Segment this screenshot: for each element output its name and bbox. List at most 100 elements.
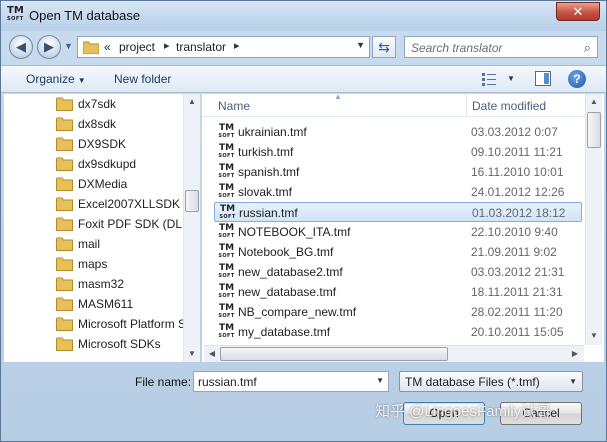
file-name: new_database2.tmf [238,265,343,279]
tm-file-icon: TM SOFT [218,243,235,259]
file-name: my_database.tmf [238,325,331,339]
tree-item-label: mail [78,237,101,251]
tree-item[interactable]: Microsoft SDKs [56,334,191,354]
file-row[interactable]: TM SOFT spanish.tmf 16.11.2010 10:01 [214,162,582,182]
file-row[interactable]: TM SOFT russian.tmf 01.03.2012 18:12 [214,202,582,222]
window-title: Open TM database [29,8,141,23]
address-bar[interactable]: « project ▸ translator ▸ ▼ [77,36,370,58]
scroll-down-icon[interactable]: ▼ [184,346,200,362]
file-row[interactable]: TM SOFT ukrainian.tmf 03.03.2012 0:07 [214,122,582,142]
breadcrumb-overflow[interactable]: « [104,40,111,54]
tree-item[interactable]: DXMedia [56,174,191,194]
file-row[interactable]: TM SOFT Notebook_BG.tmf 21.09.2011 9:02 [214,242,582,262]
chevron-down-icon[interactable]: ▼ [376,376,384,385]
column-divider[interactable] [466,94,467,117]
search-placeholder: Search translator [411,41,503,55]
new-folder-button[interactable]: New folder [114,72,171,86]
breadcrumb-translator[interactable]: translator [176,40,226,54]
close-button[interactable]: ✕ [556,2,600,21]
organize-button[interactable]: Organize ▼ [26,72,86,86]
scroll-up-icon[interactable]: ▲ [184,94,200,110]
back-button[interactable]: ◀ [9,35,33,59]
tm-file-icon: TM SOFT [218,283,235,299]
tree-item[interactable]: Foxit PDF SDK (DLL) 3 [56,214,191,234]
tree-item-label: dx9sdkupd [78,157,137,171]
horizontal-scrollbar[interactable]: ◀ ▶ [204,345,584,362]
address-dropdown-icon[interactable]: ▼ [356,40,365,50]
tree-item[interactable]: dx8sdk [56,114,191,134]
file-date: 03.03.2012 0:07 [471,125,558,139]
tree-item[interactable]: masm32 [56,274,191,294]
file-row[interactable]: TM SOFT NOTEBOOK_ITA.tmf 22.10.2010 9:40 [214,222,582,242]
file-row[interactable]: TM SOFT new_database.tmf 18.11.2011 21:31 [214,282,582,302]
tm-file-icon: TM SOFT [218,123,235,139]
back-arrow-icon: ◀ [16,39,26,54]
file-row[interactable]: TM SOFT new_database2.tmf 03.03.2012 21:31 [214,262,582,282]
open-button[interactable]: Open [403,402,485,425]
tree-item-label: masm32 [78,277,125,291]
tree-item[interactable]: mail [56,234,191,254]
preview-pane-icon[interactable] [535,71,551,86]
tree-item[interactable]: Microsoft Platform SDK [56,314,191,334]
sort-ascending-icon: ▲ [334,92,342,101]
tm-file-icon: TM SOFT [218,143,235,159]
navigation-pane[interactable]: dx7sdk dx8sdk DX9SDK dx9sdkupd DXMedia Excel2… [4,94,200,362]
folder-icon [56,277,73,291]
tm-file-icon: TM SOFT [218,223,235,239]
column-date-header[interactable]: Date modified [472,99,546,113]
file-name: new_database.tmf [238,285,337,299]
breadcrumb-chevron-icon[interactable]: ▸ [164,39,170,52]
scroll-down-icon[interactable]: ▼ [586,328,602,344]
history-dropdown-icon[interactable]: ▼ [64,41,73,51]
tree-item-label: Foxit PDF SDK (DLL) 3 [78,217,190,231]
refresh-button[interactable]: ⇆ [372,36,396,58]
forward-arrow-icon: ▶ [44,39,54,54]
search-input[interactable]: Search translator ⌕ [404,36,598,58]
tree-item[interactable]: dx9sdkupd [56,154,191,174]
navigation-scrollbar[interactable]: ▲ ▼ [183,94,200,362]
title-bar[interactable]: TM SOFT Open TM database ✕ [1,1,606,31]
chevron-down-icon: ▼ [569,377,577,386]
tm-file-icon: TM SOFT [219,204,236,220]
file-name: spanish.tmf [238,165,300,179]
file-name-field[interactable]: russian.tmf ▼ [193,371,389,392]
file-row[interactable]: TM SOFT turkish.tmf 09.10.2011 11:21 [214,142,582,162]
file-date: 18.11.2011 21:31 [471,285,563,299]
tree-item[interactable]: MASM611 [56,294,191,314]
file-row[interactable]: TM SOFT NB_compare_new.tmf 28.02.2011 11:20 [214,302,582,322]
tree-item[interactable]: maps [56,254,191,274]
file-date: 24.01.2012 12:26 [471,185,565,199]
views-icon[interactable] [481,71,497,87]
file-type-select[interactable]: TM database Files (*.tmf) ▼ [399,371,583,392]
folder-icon [56,137,73,151]
views-dropdown-icon[interactable]: ▼ [507,74,515,83]
file-name: NOTEBOOK_ITA.tmf [238,225,351,239]
file-row[interactable]: TM SOFT my_database.tmf 20.10.2011 15:05 [214,322,582,342]
scroll-up-icon[interactable]: ▲ [586,94,602,110]
column-name-header[interactable]: Name [218,99,250,113]
folder-icon [56,217,73,231]
file-name-label: File name: [135,375,192,389]
column-header: ▲ Name Date modified [202,92,604,117]
tree-item[interactable]: DX9SDK [56,134,191,154]
horizontal-scroll-thumb[interactable] [220,347,448,361]
file-list-scrollbar[interactable]: ▲ ▼ [585,94,602,345]
file-row[interactable]: TM SOFT slovak.tmf 24.01.2012 12:26 [214,182,582,202]
tree-item[interactable]: Excel2007XLLSDK [56,194,191,214]
tree-item-label: dx8sdk [78,117,117,131]
help-icon[interactable]: ? [568,70,586,88]
tree-item-label: Microsoft Platform SDK [78,317,190,331]
scroll-thumb[interactable] [185,190,199,212]
tree-item[interactable]: dx7sdk [56,94,191,114]
file-name-value: russian.tmf [198,375,257,389]
cancel-button[interactable]: Cancel [500,402,582,425]
forward-button[interactable]: ▶ [37,35,61,59]
breadcrumb-project[interactable]: project [119,40,155,54]
breadcrumb-chevron-icon[interactable]: ▸ [234,39,240,52]
folder-icon [56,297,73,311]
scroll-thumb[interactable] [587,112,601,148]
scroll-left-icon[interactable]: ◀ [204,346,220,362]
folder-icon [56,157,73,171]
scroll-right-icon[interactable]: ▶ [567,346,583,362]
file-list-pane[interactable]: ▲ Name Date modified TM SOFT ukrainian.tmf… [202,92,604,362]
